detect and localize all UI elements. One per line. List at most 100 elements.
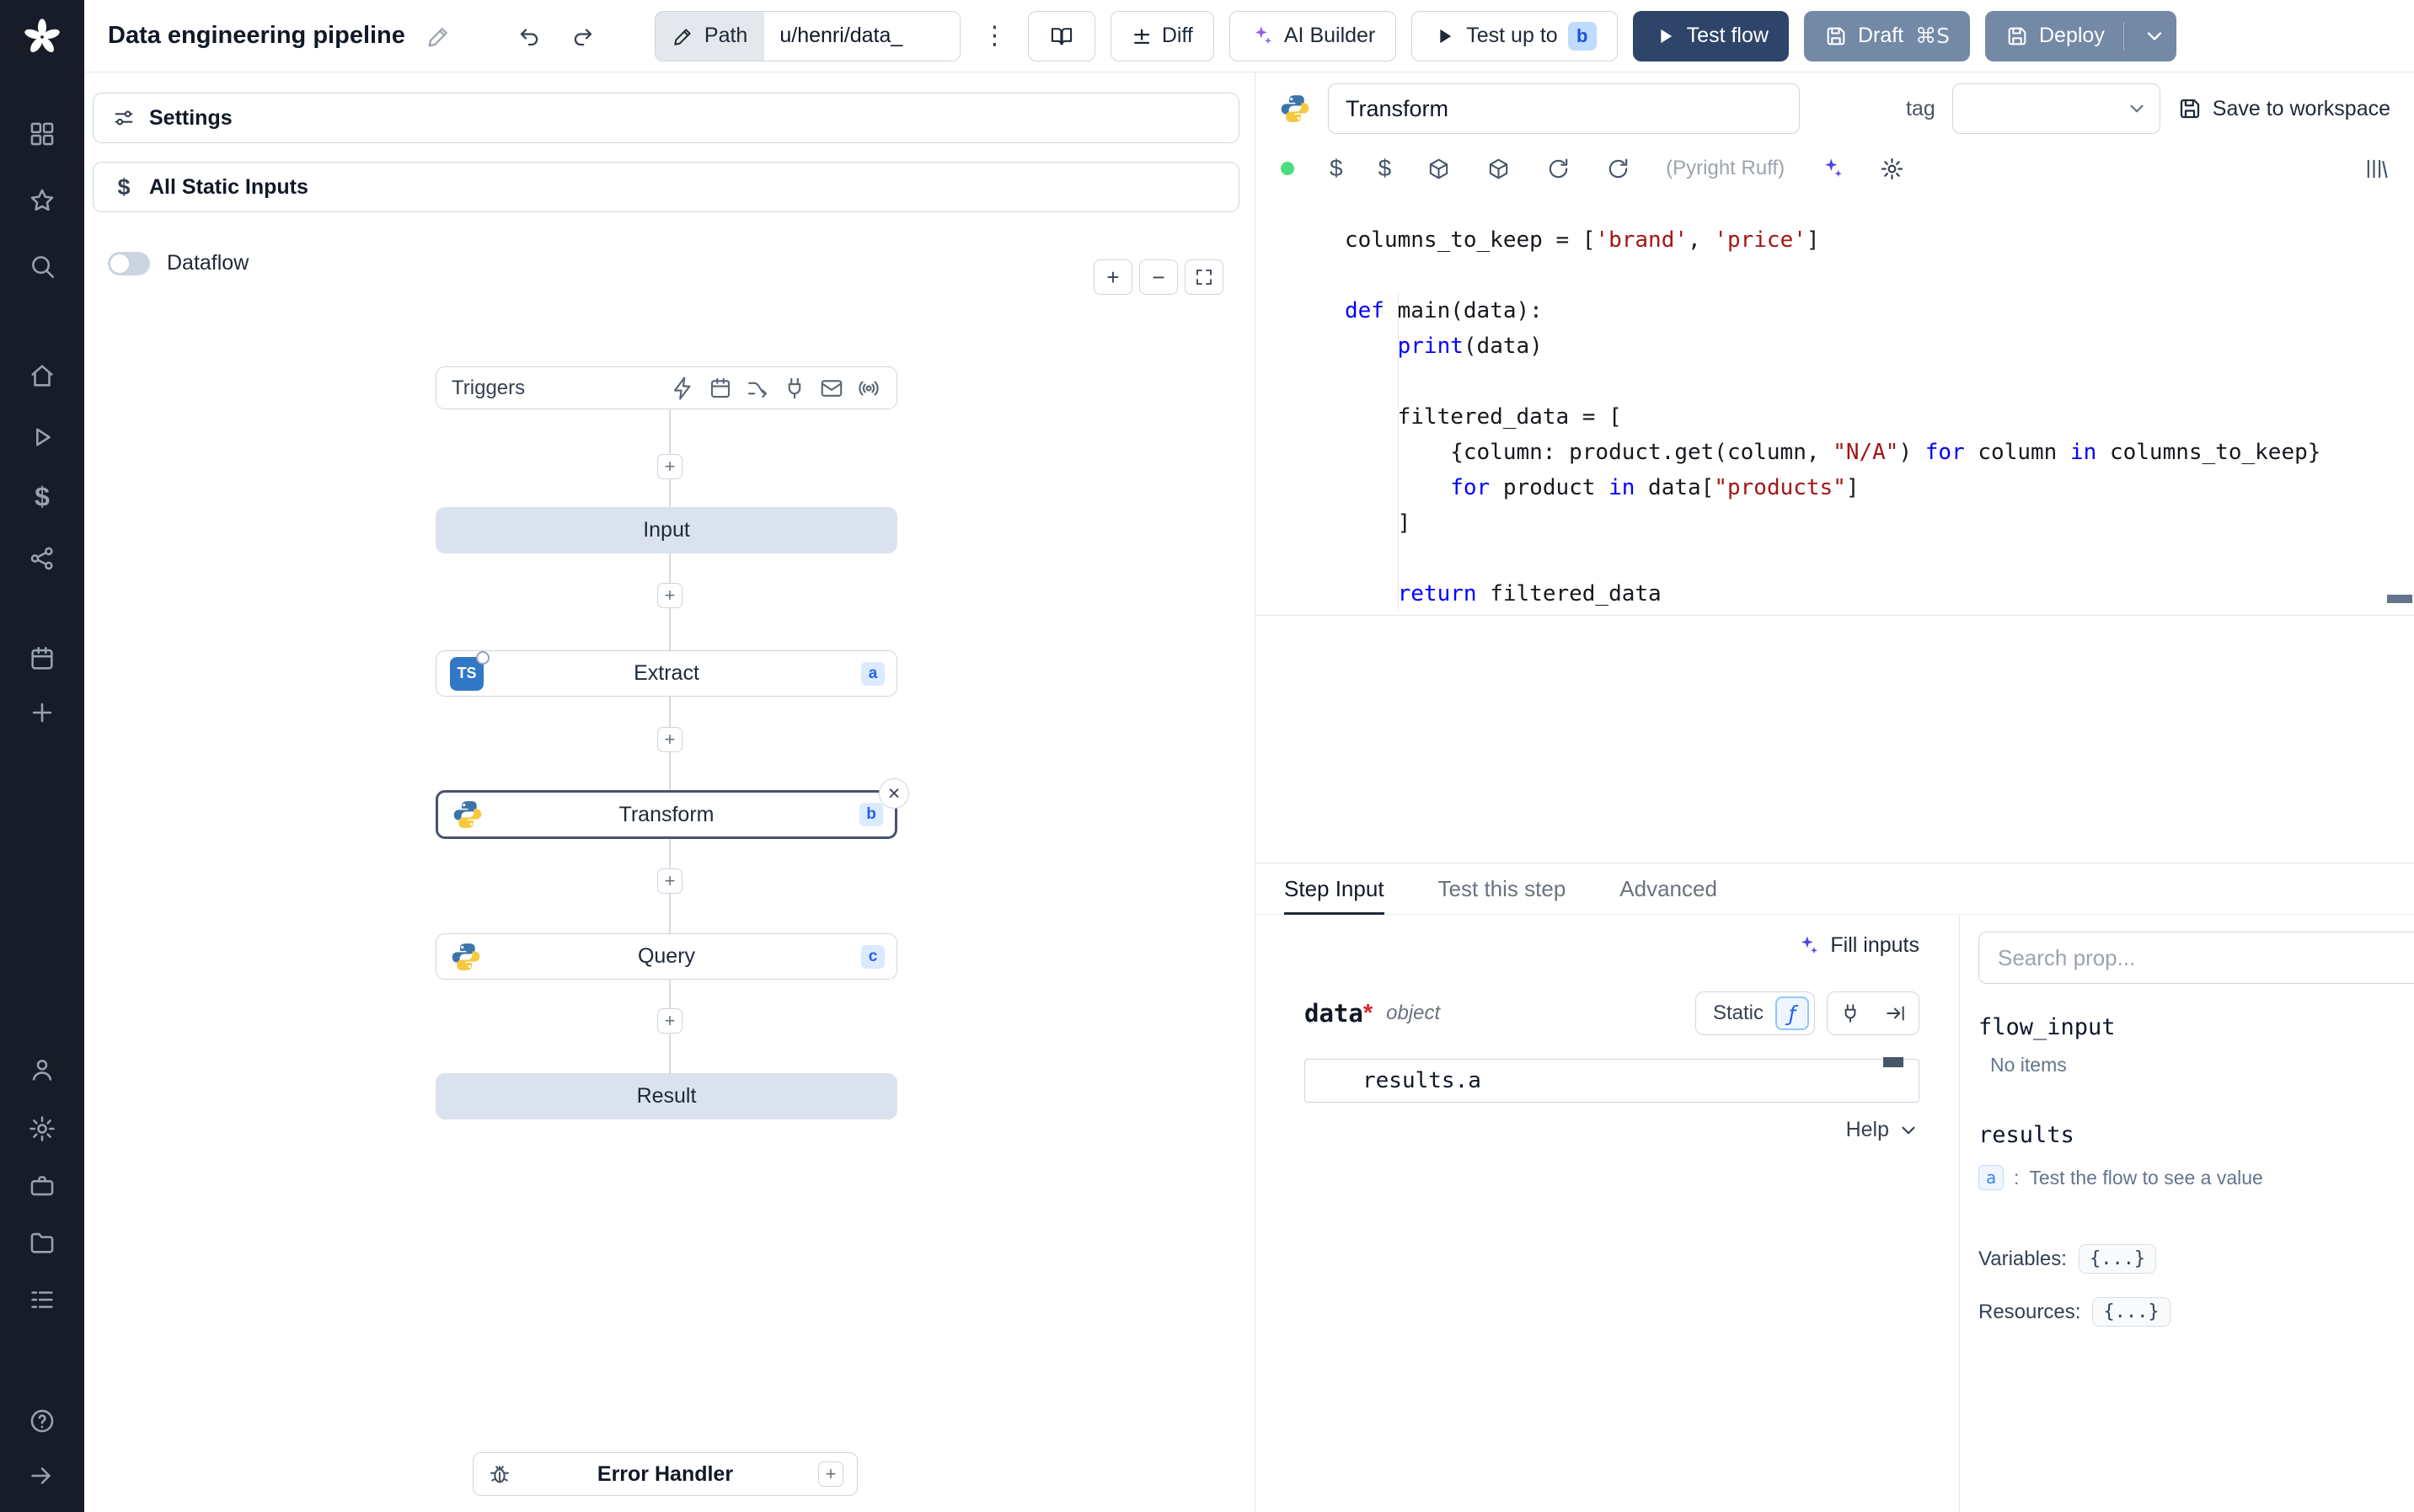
schedules-calendar-icon[interactable]	[28, 644, 56, 673]
kafka-broadcast-icon[interactable]	[856, 376, 881, 401]
windmill-logo-icon[interactable]	[22, 17, 62, 57]
flow-settings-button[interactable]: Settings	[93, 93, 1239, 143]
resources-chip[interactable]: {...}	[2092, 1297, 2170, 1327]
editor-settings-gear-icon[interactable]	[1880, 157, 1904, 181]
variables-dollar-icon[interactable]: $	[35, 482, 50, 513]
deploy-button[interactable]: Deploy	[1985, 10, 2176, 61]
reload-icon[interactable]	[1606, 157, 1630, 181]
home-icon[interactable]	[28, 361, 56, 390]
fill-inputs-button[interactable]: Fill inputs	[1796, 933, 1919, 958]
result-step-badge[interactable]: a	[1978, 1165, 2004, 1190]
dataflow-toggle[interactable]	[108, 251, 150, 275]
webhook-bolt-icon[interactable]	[671, 376, 696, 401]
static-mode-toggle[interactable]: Static ƒ	[1694, 991, 1815, 1035]
logs-list-icon[interactable]	[28, 1285, 56, 1314]
plug-connect-icon[interactable]	[1828, 992, 1873, 1034]
lint-assistants-label[interactable]: (Pyright Ruff)	[1666, 157, 1785, 180]
insert-step-plus-button[interactable]: +	[657, 1008, 682, 1034]
insert-arrow-icon[interactable]	[1873, 992, 1919, 1034]
schedule-calendar-icon[interactable]	[708, 376, 733, 401]
apps-icon[interactable]	[28, 120, 56, 148]
code-editor[interactable]: columns_to_keep = ['brand', 'price'] def…	[1255, 192, 2414, 863]
save-to-workspace-button[interactable]: Save to workspace	[2177, 96, 2390, 121]
redo-button[interactable]	[564, 18, 601, 55]
user-icon[interactable]	[28, 1055, 56, 1084]
variables-chip[interactable]: {...}	[2078, 1244, 2157, 1274]
argument-expression-input[interactable]: results.a	[1304, 1057, 1919, 1103]
resources-row: Resources: {...}	[1978, 1297, 2414, 1327]
code-block[interactable]: columns_to_keep = ['brand', 'price'] def…	[1345, 222, 2320, 612]
step-name-input[interactable]	[1328, 83, 1800, 134]
library-panel-icon[interactable]	[2364, 157, 2389, 181]
insert-resource-dollar-icon[interactable]: $	[1378, 155, 1392, 182]
javascript-expression-toggle[interactable]: ƒ	[1775, 996, 1809, 1030]
path-button[interactable]: Path	[655, 11, 765, 61]
tab-test-this-step[interactable]: Test this step	[1438, 863, 1566, 914]
runs-play-icon[interactable]	[28, 423, 56, 451]
ai-builder-button[interactable]: AI Builder	[1228, 10, 1397, 61]
resize-handle[interactable]	[1883, 1057, 1903, 1067]
http-route-icon[interactable]	[745, 376, 770, 401]
folders-icon[interactable]	[28, 1228, 56, 1257]
tab-step-input[interactable]: Step Input	[1284, 863, 1384, 915]
search-icon[interactable]	[28, 252, 56, 280]
websocket-plug-icon[interactable]	[782, 376, 807, 401]
lsp-status-dot	[1281, 162, 1294, 175]
dollar-icon: $	[117, 174, 131, 200]
runtime-sticker-icon	[476, 650, 490, 665]
package-cube-icon[interactable]	[1486, 157, 1511, 181]
save-icon	[1827, 27, 1845, 45]
results-prop[interactable]: results	[1978, 1122, 2414, 1148]
insert-step-plus-button[interactable]: +	[657, 727, 682, 752]
help-icon[interactable]	[28, 1407, 56, 1435]
editor-scrollbar-thumb[interactable]	[2387, 595, 2412, 603]
edit-title-pencil-icon[interactable]	[420, 18, 458, 55]
reload-icon[interactable]	[1546, 157, 1571, 181]
delete-step-close-icon[interactable]: ×	[879, 778, 909, 809]
error-handler-label: Error Handler	[597, 1461, 734, 1486]
prop-search-input[interactable]	[1978, 932, 2414, 984]
step-node-transform[interactable]: Transform b ×	[436, 778, 909, 839]
insert-step-plus-button[interactable]: +	[657, 868, 682, 894]
fit-view-button[interactable]	[1185, 259, 1223, 295]
flow-input-prop[interactable]: flow_input	[1978, 1014, 2414, 1040]
error-handler-node[interactable]: Error Handler +	[473, 1452, 858, 1496]
insert-step-plus-button[interactable]: +	[657, 583, 682, 608]
result-entry: a : Test the flow to see a value	[1978, 1165, 2414, 1190]
flow-input-node[interactable]: Input	[436, 507, 897, 553]
help-expander[interactable]: Help	[1304, 1118, 1919, 1142]
ai-wand-icon[interactable]	[1820, 157, 1844, 181]
tag-select[interactable]	[1951, 83, 2160, 134]
error-handler-plus-button[interactable]: +	[818, 1461, 843, 1487]
undo-button[interactable]	[511, 18, 549, 55]
collapse-arrow-icon[interactable]	[28, 1461, 56, 1490]
diff-button[interactable]: ± Diff	[1111, 10, 1214, 61]
package-cube-icon[interactable]	[1426, 157, 1451, 181]
docs-book-button[interactable]	[1028, 10, 1096, 61]
chevron-down-icon	[2130, 104, 2144, 113]
resources-hub-icon[interactable]	[28, 544, 56, 573]
dataflow-label: Dataflow	[167, 251, 249, 275]
step-node-extract[interactable]: TS Extract a	[436, 650, 897, 697]
path-input[interactable]	[764, 11, 961, 61]
settings-gear-icon[interactable]	[28, 1114, 56, 1143]
test-up-to-button[interactable]: Test up to b	[1411, 10, 1618, 61]
email-icon[interactable]	[819, 376, 844, 401]
flow-result-node[interactable]: Result	[436, 1073, 897, 1119]
canvas-zoom-controls: + −	[1094, 259, 1223, 295]
favorites-star-icon[interactable]	[28, 186, 56, 215]
insert-step-plus-button[interactable]: +	[657, 454, 682, 479]
workers-briefcase-icon[interactable]	[28, 1172, 56, 1200]
step-node-query[interactable]: Query c	[436, 933, 897, 980]
zoom-out-button[interactable]: −	[1139, 259, 1178, 295]
triggers-node[interactable]: Triggers	[436, 366, 897, 409]
step-id-badge: a	[861, 661, 885, 686]
draft-button[interactable]: Draft ⌘S	[1803, 10, 1970, 61]
tab-advanced[interactable]: Advanced	[1619, 863, 1717, 914]
test-flow-button[interactable]: Test flow	[1632, 10, 1789, 61]
add-plus-icon[interactable]	[28, 698, 56, 727]
all-static-inputs-button[interactable]: $ All Static Inputs	[93, 162, 1239, 212]
zoom-in-button[interactable]: +	[1094, 259, 1132, 295]
insert-variable-dollar-icon[interactable]: $	[1330, 155, 1343, 182]
more-options-kebab-icon[interactable]: ⋮	[976, 18, 1013, 55]
